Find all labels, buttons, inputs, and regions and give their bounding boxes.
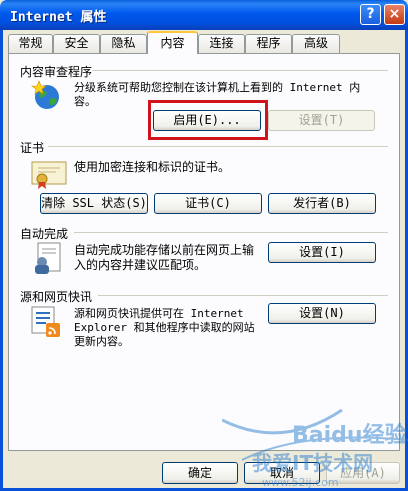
content-advisor-globe-icon — [31, 80, 59, 109]
window-title: Internet 属性 — [10, 10, 107, 25]
autocomplete-desc-line2: 入的内容并建议匹配项。 — [74, 258, 207, 272]
cancel-button[interactable]: 取消 — [244, 462, 320, 484]
title-bar[interactable]: Internet 属性 ? × — [0, 0, 408, 30]
content-advisor-settings-button[interactable]: 设置(T) — [268, 110, 375, 131]
close-button[interactable]: × — [384, 4, 405, 25]
content-advisor-desc-line2: 容。 — [74, 95, 96, 108]
content-advisor-divider — [88, 70, 388, 71]
certificate-icon — [31, 161, 67, 189]
enable-button-highlight-box — [148, 100, 268, 140]
tab-programs[interactable]: 程序 — [245, 34, 292, 53]
tab-advanced[interactable]: 高级 — [292, 34, 340, 53]
feeds-heading: 源和网页快讯 — [20, 288, 93, 305]
ok-button[interactable]: 确定 — [162, 462, 238, 484]
certificates-button[interactable]: 证书(C) — [154, 193, 262, 214]
autocomplete-form-icon — [35, 242, 61, 274]
clear-ssl-state-button[interactable]: 清除 SSL 状态(S) — [40, 193, 148, 214]
feeds-icon — [31, 306, 60, 337]
tab-security[interactable]: 安全 — [53, 34, 100, 53]
feeds-settings-button[interactable]: 设置(N) — [268, 303, 376, 324]
apply-button[interactable]: 应用(A) — [326, 462, 400, 484]
tab-connections[interactable]: 连接 — [198, 34, 245, 53]
certificates-desc: 使用加密连接和标识的证书。 — [74, 160, 231, 174]
feeds-divider — [98, 295, 388, 296]
feeds-desc-line2: Explorer 和其他程序中读取的网站 — [74, 321, 255, 334]
tab-content[interactable]: 内容 — [147, 31, 198, 54]
autocomplete-settings-button[interactable]: 设置(I) — [268, 242, 376, 263]
publishers-button[interactable]: 发行者(B) — [268, 193, 376, 214]
autocomplete-desc-line1: 自动完成功能存储以前在网页上输 — [74, 243, 255, 257]
help-button[interactable]: ? — [360, 4, 381, 25]
content-advisor-desc-line1: 分级系统可帮助您控制在该计算机上看到的 Internet 内 — [74, 81, 361, 94]
tab-privacy[interactable]: 隐私 — [100, 34, 147, 53]
feeds-desc-line3: 更新内容。 — [74, 335, 129, 348]
autocomplete-divider — [74, 232, 388, 233]
certificates-heading: 证书 — [20, 139, 45, 156]
window-frame-left — [0, 30, 3, 491]
tab-general[interactable]: 常规 — [8, 34, 53, 53]
feeds-desc-line1: 源和网页快讯提供可在 Internet — [74, 307, 244, 320]
certificates-divider — [48, 146, 388, 147]
autocomplete-heading: 自动完成 — [20, 225, 69, 242]
